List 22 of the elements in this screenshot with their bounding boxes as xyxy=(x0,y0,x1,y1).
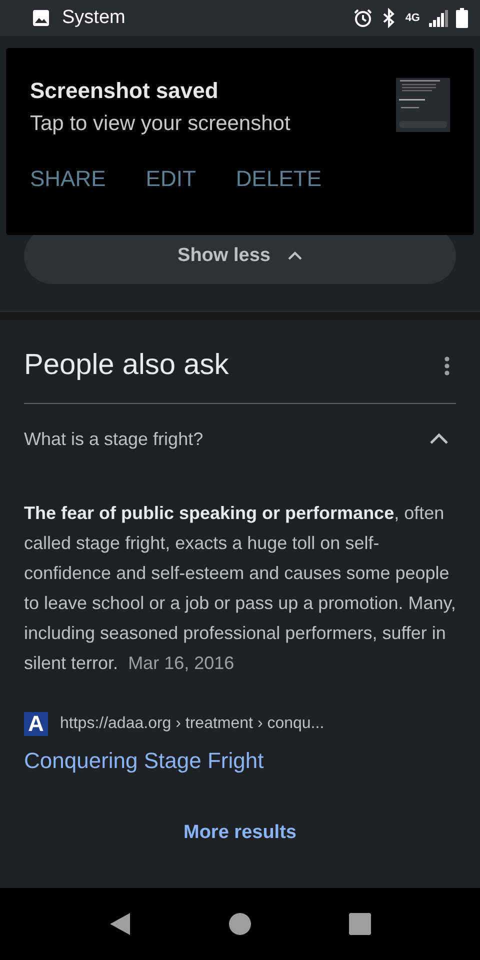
battery-icon xyxy=(456,8,468,28)
section-title: People also ask xyxy=(24,349,229,382)
site-favicon: A xyxy=(24,712,48,736)
network-type: 4G xyxy=(405,12,420,24)
notification-action[interactable]: SHARE xyxy=(30,166,106,192)
answer-paragraph: The fear of public speaking or performance, often called stage fright, exacts a huge toll on self-confidence and self-esteem and causes some people to leave school or a job or pass up a promotion. Many, including seasoned professional performers, suffer in silent terror. Mar 16, 2016 xyxy=(24,502,456,675)
notification-card[interactable]: Screenshot saved Tap to view your screenshot SHARE EDIT DELETE xyxy=(6,48,474,235)
notification-app-name: System xyxy=(62,7,126,29)
signal-icon xyxy=(428,9,448,27)
notification-action[interactable]: EDIT xyxy=(146,166,196,192)
image-icon xyxy=(32,9,50,27)
notification-body: Tap to view your screenshot xyxy=(30,112,290,136)
result-link[interactable]: Conquering Stage Fright xyxy=(24,748,264,774)
notification-action[interactable]: DELETE xyxy=(236,166,322,192)
alarm-icon xyxy=(353,8,374,28)
notification-title: Screenshot saved xyxy=(30,78,220,104)
more-options-icon[interactable] xyxy=(444,356,450,376)
more-results-link[interactable]: More results xyxy=(184,822,296,843)
back-icon[interactable] xyxy=(109,912,131,936)
question-row[interactable]: What is a stage fright? xyxy=(24,404,456,474)
site-url: https://adaa.org › treatment › conqu... xyxy=(60,715,324,733)
home-icon[interactable] xyxy=(229,913,251,935)
